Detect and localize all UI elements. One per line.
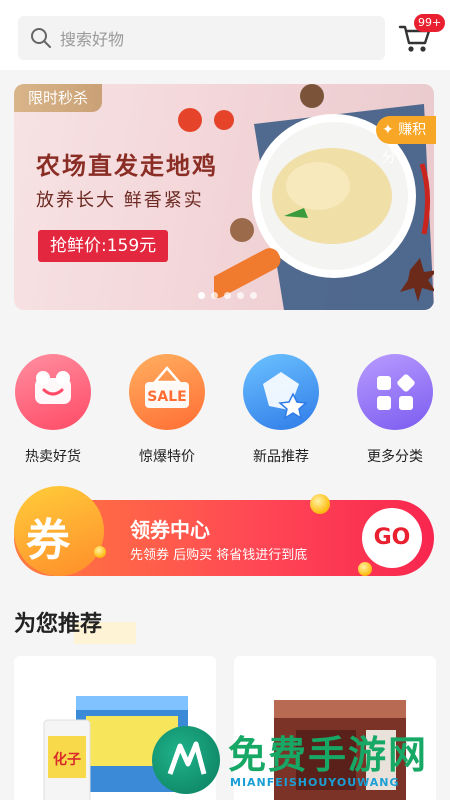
search-bar[interactable]: 搜索好物 bbox=[18, 16, 385, 60]
svg-text:SALE: SALE bbox=[147, 389, 186, 405]
category-new-products[interactable]: 新品推荐 bbox=[236, 350, 326, 466]
sale-tag-icon: SALE bbox=[129, 354, 205, 430]
category-more[interactable]: 更多分类 bbox=[350, 350, 440, 466]
more-categories-icon bbox=[357, 354, 433, 430]
coupon-title: 领券中心 bbox=[130, 518, 210, 542]
category-label: 新品推荐 bbox=[253, 449, 309, 465]
banner-subtitle: 放养长大 鲜香紧实 bbox=[36, 190, 204, 211]
pagination-dot[interactable] bbox=[250, 292, 257, 299]
watermark-subtext: MIANFEISHOUYOUWANG bbox=[230, 776, 400, 789]
coin-icon bbox=[310, 494, 330, 514]
banner-price: 抢鲜价:159元 bbox=[38, 230, 169, 262]
promo-banner[interactable]: 限时秒杀 农场直发走地鸡 放养长大 鲜香紧实 抢鲜价:159元 bbox=[14, 84, 434, 310]
category-sale[interactable]: SALE 惊爆特价 bbox=[122, 350, 212, 466]
pagination-dot[interactable] bbox=[237, 292, 244, 299]
category-label: 热卖好货 bbox=[25, 449, 81, 465]
watermark-text: 免费手游网 bbox=[228, 733, 429, 777]
coupon-go-button[interactable]: GO bbox=[362, 508, 422, 568]
pagination-dot[interactable] bbox=[211, 292, 218, 299]
tomato-image bbox=[178, 108, 234, 132]
watermark: 免费手游网 MIANFEISHOUYOUWANG bbox=[152, 716, 450, 800]
search-placeholder: 搜索好物 bbox=[60, 30, 125, 49]
pagination-dot[interactable] bbox=[198, 292, 205, 299]
banner-title: 农场直发走地鸡 bbox=[36, 152, 218, 180]
category-row: 热卖好货 SALE 惊爆特价 新品推荐 更多分类 bbox=[0, 350, 450, 470]
coupon-subtitle: 先领券 后购买 将省钱进行到底 bbox=[130, 548, 308, 563]
coin-icon bbox=[94, 546, 106, 558]
category-hot-goods[interactable]: 热卖好货 bbox=[8, 350, 98, 466]
new-product-icon bbox=[243, 354, 319, 430]
category-label: 惊爆特价 bbox=[139, 449, 195, 465]
top-bar: 搜索好物 99+ bbox=[0, 0, 450, 70]
earn-points-tab[interactable]: ✦ 赚积分 bbox=[376, 116, 436, 166]
pagination-dot[interactable] bbox=[224, 292, 231, 299]
search-icon bbox=[31, 28, 51, 48]
svg-text:化子: 化子 bbox=[53, 751, 81, 768]
flash-sale-tag: 限时秒杀 bbox=[14, 84, 103, 112]
recommend-title: 为您推荐 bbox=[14, 612, 103, 637]
hot-goods-icon bbox=[15, 354, 91, 430]
coin-icon bbox=[358, 562, 372, 576]
watermark-logo-icon bbox=[152, 726, 220, 794]
category-label: 更多分类 bbox=[367, 449, 423, 465]
cart-badge: 99+ bbox=[414, 14, 446, 32]
banner-pagination bbox=[198, 292, 257, 299]
coupon-badge-char: 券 bbox=[26, 515, 70, 566]
